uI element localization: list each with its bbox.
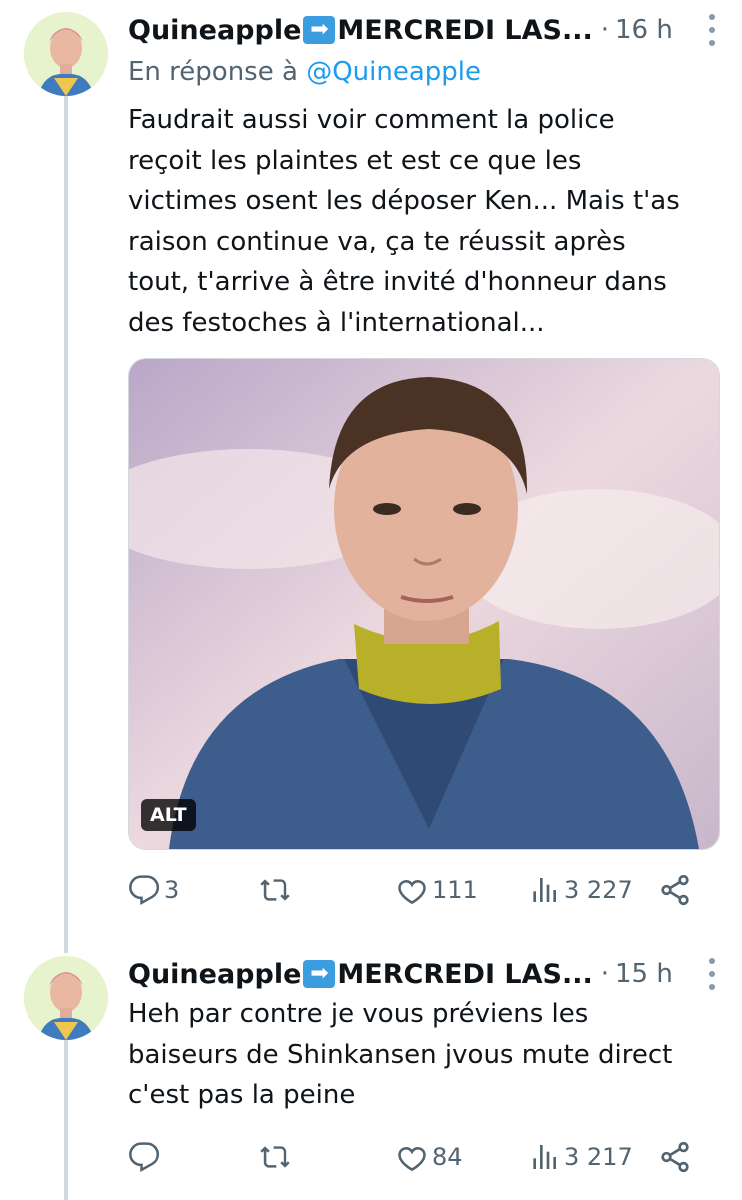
more-vertical-icon[interactable] xyxy=(702,14,722,46)
author-name[interactable]: Quineapple xyxy=(128,15,301,46)
like-button[interactable]: 84 xyxy=(396,1137,463,1177)
tweet-text-line: Faudrait aussi voir comment la police xyxy=(128,105,615,135)
repost-button[interactable] xyxy=(258,870,292,910)
tweet-header: Quineapple ➡ MERCREDI LAS... · 16 h xyxy=(128,10,722,50)
right-arrow-emoji-icon: ➡ xyxy=(303,960,336,988)
share-button[interactable] xyxy=(658,870,692,910)
avatar-image xyxy=(24,12,108,96)
share-icon xyxy=(661,874,689,906)
tweet-actions: 84 3 217 xyxy=(128,1137,718,1177)
heart-icon xyxy=(398,880,426,905)
separator-dot: · xyxy=(600,15,609,45)
tweet-text-line: baiseurs de Shinkansen jvous mute direct xyxy=(128,1039,673,1070)
avatar-image xyxy=(24,956,108,1040)
tweet-text-line: raison continue va, ça te réussit après xyxy=(128,226,626,257)
tweet-header: Quineapple ➡ MERCREDI LAS... · 15 h xyxy=(128,954,722,994)
tweet-2[interactable]: Quineapple ➡ MERCREDI LAS... · 15 h Heh … xyxy=(0,940,742,1200)
reply-context: En réponse à @Quineapple xyxy=(128,57,481,87)
right-arrow-emoji-icon: ➡ xyxy=(303,16,336,44)
reply-bubble-icon xyxy=(129,875,160,905)
reply-button[interactable] xyxy=(128,1137,164,1177)
reply-count: 3 xyxy=(164,876,180,904)
separator-dot: · xyxy=(600,959,609,989)
tweet-text-line: des festoches à l'international... xyxy=(128,307,545,338)
reply-handle-link[interactable]: @Quineapple xyxy=(306,57,481,87)
tweet-media-image[interactable]: ALT xyxy=(128,358,720,850)
media-photo xyxy=(129,359,719,849)
reply-button[interactable]: 3 xyxy=(128,870,179,910)
tweet-text-line: victimes osent les déposer Ken... Mais t… xyxy=(128,186,680,216)
tweet-text-line: Heh par contre je vous préviens les xyxy=(128,999,589,1029)
tweet-text: Faudrait aussi voir comment la police re… xyxy=(128,100,723,343)
like-button[interactable]: 111 xyxy=(396,870,478,910)
more-vertical-icon[interactable] xyxy=(702,958,722,990)
tweet-text-line: c'est pas la peine xyxy=(128,1080,356,1110)
timestamp[interactable]: 15 h xyxy=(615,959,673,989)
repost-arrows-icon xyxy=(260,879,290,901)
tweet-actions: 3 111 3 227 xyxy=(128,870,718,910)
share-button[interactable] xyxy=(658,1137,692,1177)
author-name[interactable]: Quineapple xyxy=(128,959,301,990)
author-name-suffix[interactable]: MERCREDI LAS... xyxy=(337,15,592,46)
share-icon xyxy=(661,1141,689,1173)
avatar[interactable] xyxy=(24,956,108,1040)
alt-text-badge[interactable]: ALT xyxy=(141,799,196,831)
views-bars-icon xyxy=(533,878,556,902)
tweet-1[interactable]: Quineapple ➡ MERCREDI LAS... · 16 h En r… xyxy=(0,0,742,940)
avatar[interactable] xyxy=(24,12,108,96)
tweet-text-line: reçoit les plaintes et est ce que les xyxy=(128,145,582,176)
tweet-text: Heh par contre je vous préviens les bais… xyxy=(128,994,723,1116)
views-bars-icon xyxy=(533,1145,556,1169)
reply-bubble-icon xyxy=(129,1142,160,1172)
heart-icon xyxy=(398,1147,426,1172)
reply-prefix: En réponse à xyxy=(128,57,298,87)
views-count: 3 217 xyxy=(564,1143,633,1171)
views-count: 3 227 xyxy=(564,876,633,904)
views-button[interactable]: 3 227 xyxy=(528,870,633,910)
like-count: 111 xyxy=(432,876,478,904)
like-count: 84 xyxy=(432,1143,463,1171)
timestamp[interactable]: 16 h xyxy=(615,15,673,45)
views-button[interactable]: 3 217 xyxy=(528,1137,633,1177)
author-name-suffix[interactable]: MERCREDI LAS... xyxy=(337,959,592,990)
repost-button[interactable] xyxy=(258,1137,292,1177)
repost-arrows-icon xyxy=(260,1146,290,1168)
tweet-text-line: tout, t'arrive à être invité d'honneur d… xyxy=(128,267,667,297)
